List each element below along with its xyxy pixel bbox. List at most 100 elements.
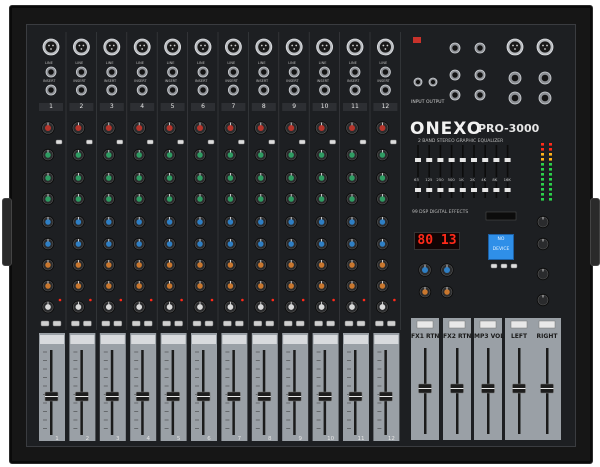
insert-label: INSERT [316, 79, 329, 83]
player-prev [490, 263, 498, 269]
line-label: LINE [105, 61, 114, 65]
xlr-input-pin [293, 48, 296, 50]
master-button [538, 320, 556, 329]
fx2-knob-cap [258, 283, 264, 289]
channel-strip-1 [39, 32, 67, 441]
line-jack-hole [321, 69, 328, 75]
aux2-knob-cap [75, 241, 82, 247]
master-fader-label: LEFT [510, 333, 528, 340]
aux2-knob-cap [45, 241, 51, 247]
channel-number-12: 12 [381, 103, 390, 110]
fx1-knob-cap [349, 262, 355, 268]
fx1-knob-cap [197, 262, 203, 268]
sub-out-jack-r-hole [541, 94, 549, 102]
xlr-input-pin [230, 44, 233, 47]
master-fader-label: FX2 RTN [443, 333, 472, 340]
fx2-knob-cap [45, 283, 51, 289]
monitor-out-jack-l-hole [511, 74, 519, 82]
aux1-knob-cap [379, 219, 386, 225]
xlr-input-pin [200, 44, 202, 47]
line-jack-hole [169, 69, 176, 75]
channel-number-9: 9 [292, 103, 297, 110]
fx2-knob-cap [136, 283, 142, 289]
usb-port-area [485, 211, 517, 221]
pfl-button [83, 320, 92, 327]
meter-led-r [549, 158, 552, 161]
geq-fader-cap [415, 158, 421, 162]
insert-jack-hole [139, 87, 145, 93]
channel-number-3: 3 [109, 103, 114, 110]
xlr-input-pin [325, 44, 328, 47]
eq-freq-label: 4K [481, 177, 487, 182]
geq-fader-cap [493, 158, 500, 162]
fx1-knob-cap [227, 262, 234, 268]
meter-led-r [549, 173, 552, 176]
pan-knob-cap [257, 304, 264, 310]
xlr-input-pin [352, 44, 354, 47]
insert-jack-hole [382, 87, 389, 93]
channel-fader-number-3: 3 [116, 436, 120, 442]
low-cut-switch [298, 139, 306, 145]
pan-knob-cap [105, 304, 112, 310]
main-out-xlr-r-pin [544, 48, 546, 50]
player-play [500, 263, 508, 269]
hi-eq-knob-cap [197, 152, 203, 158]
xlr-input-pin [384, 48, 387, 50]
aux2-knob-cap [227, 241, 234, 247]
clip-led [241, 298, 244, 302]
line-jack-hole [291, 69, 297, 75]
line-label: LINE [318, 61, 327, 65]
insert-label: INSERT [347, 79, 360, 83]
fader-top-label-plate [70, 335, 95, 344]
mid-eq-knob-cap [45, 175, 51, 181]
master-button [416, 320, 434, 329]
channel-number-2: 2 [79, 103, 84, 110]
fader-top-label-plate [131, 335, 156, 344]
insert-jack-hole [261, 87, 267, 93]
phones-knob-cap [540, 271, 546, 277]
pan-knob-cap [75, 304, 82, 310]
fader-top-label-plate [161, 335, 186, 344]
aux1-knob-cap [136, 219, 142, 225]
fader-top-label-plate [222, 335, 247, 344]
fx1-level-knob-cap [422, 289, 428, 295]
pfl-button [52, 320, 62, 327]
mid-eq-knob-cap [349, 175, 355, 181]
aux1-knob-cap [197, 219, 203, 225]
channel-fader-number-11: 11 [357, 436, 365, 442]
geq-fader-cap-2 [426, 188, 433, 192]
hi-eq-knob-cap [45, 152, 51, 158]
xlr-input-face [288, 41, 300, 53]
mid-eq-knob-cap [318, 175, 325, 181]
insert-label: INSERT [164, 79, 177, 83]
gain-knob-cap [44, 124, 52, 132]
xlr-input-pin [139, 44, 142, 47]
fx1-knob-cap [318, 262, 325, 268]
xlr-input-pin [82, 44, 85, 47]
aux1-master-knob-cap [540, 219, 546, 225]
fader-top-label-plate [100, 335, 125, 344]
pfl-button [387, 320, 396, 327]
mid-eq-knob-cap [379, 175, 386, 181]
aux2-knob-cap [106, 241, 112, 247]
insert-label: INSERT [103, 79, 117, 83]
channel-fader-number-8: 8 [268, 436, 272, 442]
mid-eq-knob-cap [258, 175, 264, 181]
xlr-input-face [45, 41, 57, 53]
aux-send-jack-0-hole [452, 45, 458, 51]
fx2-knob-cap [349, 283, 355, 289]
brand-logo: ONEXO [410, 119, 483, 139]
aux2-knob-cap [136, 241, 142, 247]
io-output-label: OUTPUT [426, 100, 445, 105]
meter-led-r [549, 148, 552, 151]
master-fader-label: RIGHT [536, 333, 558, 340]
low-eq-knob-cap [379, 196, 386, 202]
mid-eq-knob-cap [227, 175, 234, 181]
low-eq-knob-cap [106, 196, 112, 202]
master-button [448, 320, 466, 329]
xlr-input-pin [386, 44, 389, 47]
fx1-knob-cap [75, 262, 82, 268]
rec-jack-1-hole [477, 92, 483, 98]
mute-button [162, 320, 171, 327]
xlr-input-pin [50, 48, 52, 50]
